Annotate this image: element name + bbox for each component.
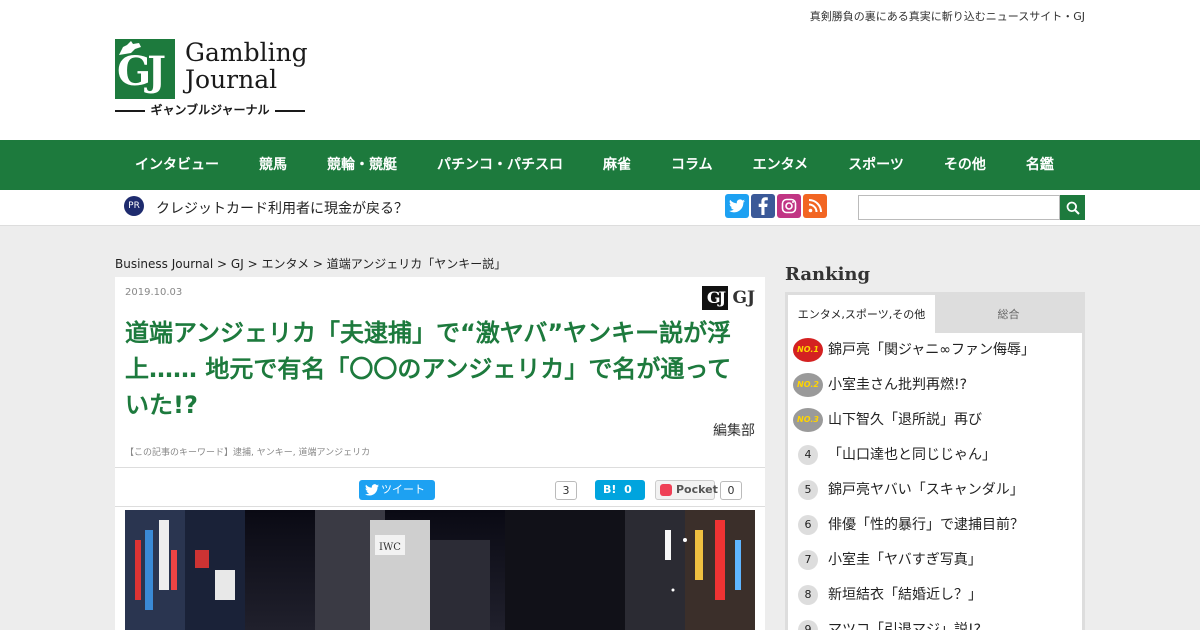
ranking-title: Ranking [785,264,871,285]
article-headline: 道端アンジェリカ「夫逮捕」で“激ヤバ”ヤンキー説が浮上…… 地元で有名「〇〇のア… [125,319,732,419]
source-label: GJ [732,288,755,308]
hero-sign-text: IWC [379,542,401,553]
promo-bar: PR クレジットカード利用者に現金が戻る？ [0,190,1200,226]
nav-item-directory[interactable]: 名鑑 [1006,140,1074,190]
tab-entame-sports-other[interactable]: エンタメ,スポーツ,その他 [788,295,935,333]
ranking-item[interactable]: NO.1 錦戸亮「関ジャニ∞ファン侮辱」 [788,333,1082,368]
city-night-photo: IWC [125,510,755,630]
site-logo[interactable]: GJ Gambling Journal ギャンブルジャーナル [115,39,310,119]
pr-badge: PR [124,196,144,216]
ranking-item[interactable]: NO.2 小室圭さん批判再燃!? [788,368,1082,403]
ranking-tabs: エンタメ,スポーツ,その他 総合 [788,295,1082,333]
search-icon [1066,201,1080,215]
ranking-list: NO.1 錦戸亮「関ジャニ∞ファン侮辱」 NO.2 小室圭さん批判再燃!? NO… [788,333,1082,630]
ranking-item[interactable]: 5 錦戸亮ヤバい「スキャンダル」 [788,473,1082,508]
nav-item-keiba[interactable]: 競馬 [239,140,307,190]
article-hero-image: IWC [125,510,755,630]
rank-number: 7 [798,550,818,570]
nav-item-interview[interactable]: インタビュー [115,140,239,190]
nav-item-other[interactable]: その他 [924,140,1006,190]
ranking-item[interactable]: NO.3 山下智久「退所説」再び [788,403,1082,438]
rank-3-medal-icon: NO.3 [793,408,823,432]
rank-2-medal-icon: NO.2 [793,373,823,397]
ranking-item[interactable]: 6 俳優「性的暴行」で逮捕目前？ [788,508,1082,543]
nav-item-entame[interactable]: エンタメ [733,140,829,190]
ranking-item[interactable]: 8 新垣結衣「結婚近し？」 [788,578,1082,613]
nav-item-column[interactable]: コラム [651,140,733,190]
share-bar: ツイート 3 B! 0 Pocket 0 [115,467,765,507]
rank-number: 6 [798,515,818,535]
logo-subtitle: ギャンブルジャーナル [115,102,305,118]
nav-item-pachinko[interactable]: パチンコ・パチスロ [417,140,583,190]
rank-number: 8 [798,585,818,605]
rank-number: 4 [798,445,818,465]
article-date: 2019.10.03 [125,287,183,298]
rss-icon[interactable] [803,194,827,218]
logo-mark: GJ [115,39,175,99]
site-tagline: 真剣勝負の裏にある真実に斬り込むニュースサイト・GJ [809,10,1085,23]
nav-item-mahjong[interactable]: 麻雀 [583,140,651,190]
pocket-icon [660,484,672,496]
source-badge: GJ GJ [702,286,755,310]
search-button[interactable] [1060,195,1085,220]
ranking-item[interactable]: 7 小室圭「ヤバすぎ写真」 [788,543,1082,578]
rank-1-medal-icon: NO.1 [793,338,823,362]
gj-logo-icon: GJ [702,286,729,310]
main-nav: インタビュー 競馬 競輪・競艇 パチンコ・パチスロ 麻雀 コラム エンタメ スポ… [0,140,1200,190]
twitter-bird-icon [365,484,379,496]
ranking-item[interactable]: 4 「山口達也と同じじゃん」 [788,438,1082,473]
tweet-button[interactable]: ツイート [359,480,435,500]
instagram-icon[interactable] [777,194,801,218]
rank-number: 5 [798,480,818,500]
search-input[interactable] [858,195,1060,220]
twitter-icon[interactable] [725,194,749,218]
ranking-item[interactable]: 9 マツコ「引退マジ」説!? [788,613,1082,630]
promo-link[interactable]: クレジットカード利用者に現金が戻る？ [156,198,408,218]
article-author: 編集部 [713,423,755,439]
breadcrumb[interactable]: Business Journal > GJ > エンタメ > 道端アンジェリカ「… [115,255,506,272]
facebook-icon[interactable] [751,194,775,218]
hatena-bookmark-button[interactable]: B! 0 [595,480,645,500]
logo-mark-text: GJ [117,48,166,95]
tweet-count: 3 [555,481,577,500]
article-card: 2019.10.03 GJ GJ 道端アンジェリカ「夫逮捕」で“激ヤバ”ヤンキー… [115,277,765,630]
nav-item-sports[interactable]: スポーツ [828,140,924,190]
rank-number: 9 [798,620,818,630]
nav-item-keirin-kyotei[interactable]: 競輪・競艇 [307,140,417,190]
social-links [725,194,827,218]
site-header: 真剣勝負の裏にある真実に斬り込むニュースサイト・GJ GJ Gambling J… [0,0,1200,140]
article-keywords[interactable]: 【この記事のキーワード】逮捕, ヤンキー, 道端アンジェリカ [125,445,370,458]
pocket-count: 0 [720,481,742,500]
logo-wordmark: Gambling Journal [185,38,308,94]
ranking-widget: エンタメ,スポーツ,その他 総合 NO.1 錦戸亮「関ジャニ∞ファン侮辱」 NO… [785,292,1085,630]
tab-overall[interactable]: 総合 [935,295,1082,333]
pocket-button[interactable]: Pocket [655,480,718,500]
